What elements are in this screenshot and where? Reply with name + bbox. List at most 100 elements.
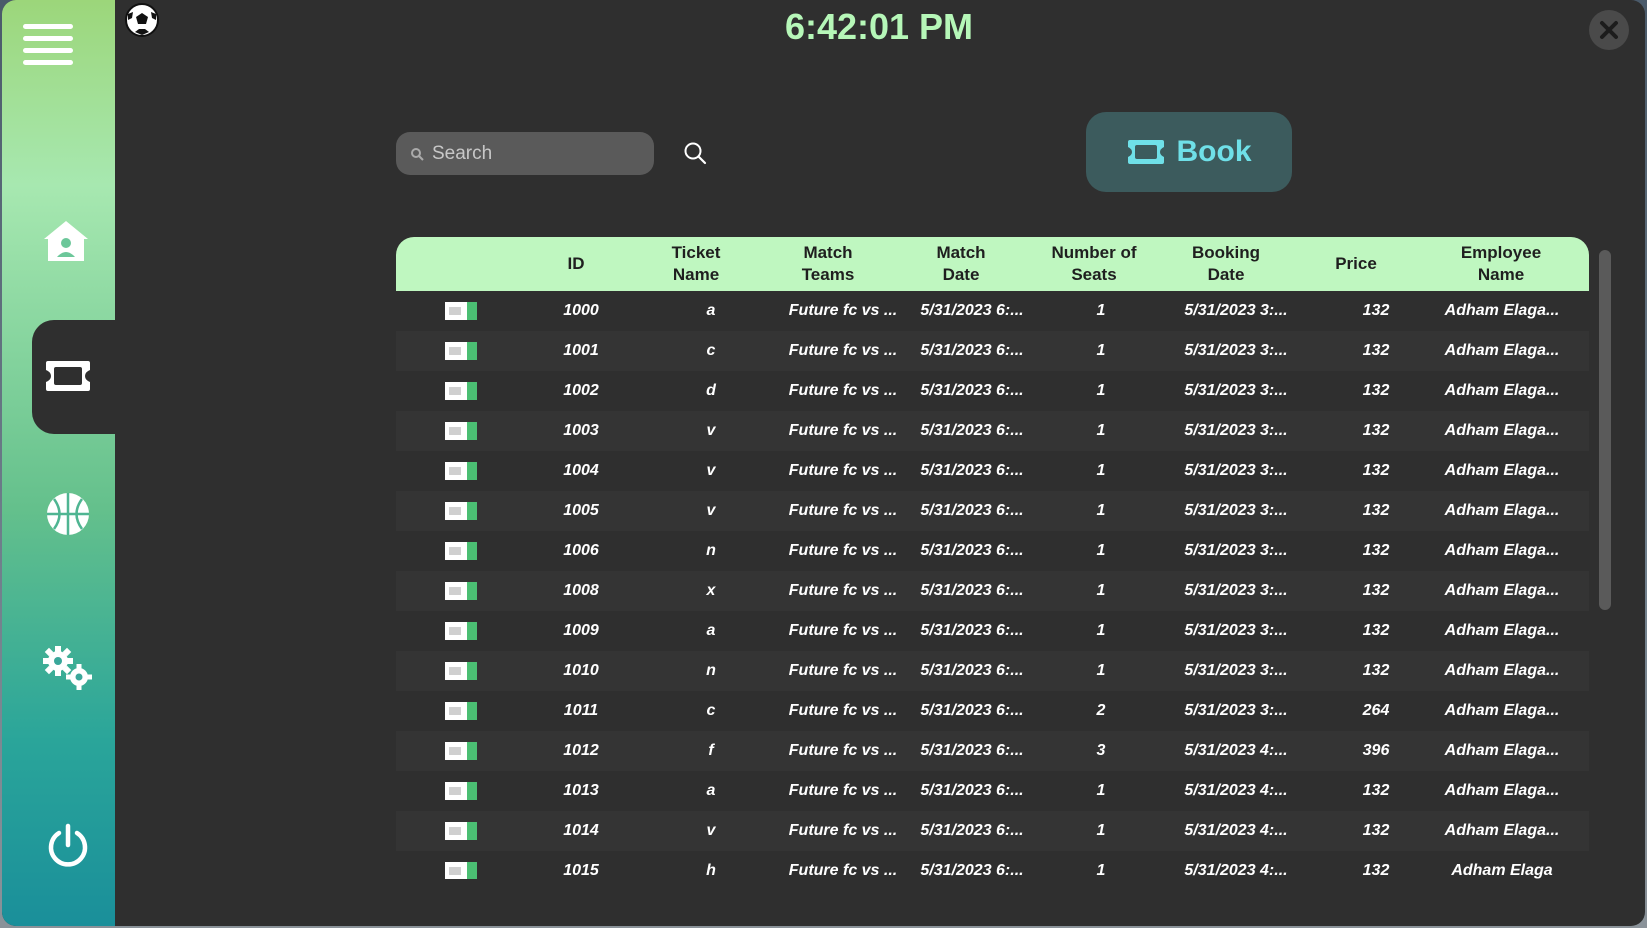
header-match-date[interactable]: Match Date bbox=[901, 237, 1021, 291]
cell-ticket-name: a bbox=[706, 302, 716, 319]
search-box bbox=[396, 132, 654, 175]
cell-employee-name: Adham Elaga... bbox=[1444, 342, 1560, 359]
cell-match-date: 5/31/2023 6:... bbox=[920, 502, 1024, 519]
table-row[interactable]: 1014 v Future fc vs ... 5/31/2023 6:... 1 5/3… bbox=[396, 811, 1589, 851]
header-ticket-name[interactable]: Ticket Name bbox=[646, 237, 746, 291]
row-ticket-icon[interactable] bbox=[426, 651, 496, 691]
cell-employee-name: Adham Elaga... bbox=[1444, 302, 1560, 319]
cell-match-teams: Future fc vs ... bbox=[788, 422, 898, 439]
header-number-of-seats[interactable]: Number of Seats bbox=[1029, 237, 1159, 291]
table-row[interactable]: 1015 h Future fc vs ... 5/31/2023 6:... 1 5/3… bbox=[396, 851, 1589, 879]
cell-match-teams: Future fc vs ... bbox=[788, 742, 898, 759]
cell-ticket-name: a bbox=[706, 782, 716, 799]
ticket-icon bbox=[445, 782, 477, 800]
table-row[interactable]: 1013 a Future fc vs ... 5/31/2023 6:... 1 5/3… bbox=[396, 771, 1589, 811]
table-row[interactable]: 1009 a Future fc vs ... 5/31/2023 6:... 1 5/3… bbox=[396, 611, 1589, 651]
table-row[interactable]: 1001 c Future fc vs ... 5/31/2023 6:... 1 5/3… bbox=[396, 331, 1589, 371]
cell-price: 132 bbox=[1362, 622, 1390, 639]
book-button-label: Book bbox=[1176, 135, 1252, 168]
row-ticket-icon[interactable] bbox=[426, 571, 496, 611]
table-row[interactable]: 1004 v Future fc vs ... 5/31/2023 6:... 1 5/3… bbox=[396, 451, 1589, 491]
cell-match-date: 5/31/2023 6:... bbox=[920, 862, 1024, 879]
bookings-table: ID Ticket Name Match Teams Match Date Numbe… bbox=[396, 237, 1589, 879]
cell-employee-name: Adham Elaga... bbox=[1444, 422, 1560, 439]
ticket-icon bbox=[445, 422, 477, 440]
cell-booking-date: 5/31/2023 3:... bbox=[1184, 342, 1288, 359]
cell-ticket-name: n bbox=[706, 662, 716, 679]
cell-id: 1014 bbox=[563, 822, 599, 839]
header-price[interactable]: Price bbox=[1306, 237, 1406, 291]
cell-id: 1008 bbox=[563, 582, 599, 599]
close-button[interactable] bbox=[1589, 10, 1629, 50]
header-id[interactable]: ID bbox=[526, 237, 626, 291]
row-ticket-icon[interactable] bbox=[426, 331, 496, 371]
cell-number-of-seats: 1 bbox=[1096, 822, 1106, 839]
table-row[interactable]: 1003 v Future fc vs ... 5/31/2023 6:... 1 5/3… bbox=[396, 411, 1589, 451]
row-ticket-icon[interactable] bbox=[426, 451, 496, 491]
table-row[interactable]: 1011 c Future fc vs ... 5/31/2023 6:... 2 5/3… bbox=[396, 691, 1589, 731]
ticket-icon bbox=[445, 862, 477, 879]
table-row[interactable]: 1006 n Future fc vs ... 5/31/2023 6:... 1 5/3… bbox=[396, 531, 1589, 571]
book-button[interactable]: Book bbox=[1086, 112, 1292, 192]
scrollbar[interactable] bbox=[1599, 250, 1611, 610]
ticket-icon[interactable] bbox=[42, 350, 94, 402]
header-employee-name[interactable]: Employee Name bbox=[1426, 237, 1576, 291]
header-match-teams[interactable]: Match Teams bbox=[768, 237, 888, 291]
cell-number-of-seats: 1 bbox=[1096, 542, 1106, 559]
cell-match-teams: Future fc vs ... bbox=[788, 702, 898, 719]
search-mini-icon bbox=[411, 147, 424, 161]
row-ticket-icon[interactable] bbox=[426, 811, 496, 851]
cell-ticket-name: v bbox=[706, 822, 716, 839]
ticket-icon bbox=[445, 742, 477, 760]
table-row[interactable]: 1002 d Future fc vs ... 5/31/2023 6:... 1 5/3… bbox=[396, 371, 1589, 411]
row-ticket-icon[interactable] bbox=[426, 691, 496, 731]
table-row[interactable]: 1008 x Future fc vs ... 5/31/2023 6:... 1 5/3… bbox=[396, 571, 1589, 611]
cell-match-date: 5/31/2023 6:... bbox=[920, 582, 1024, 599]
home-icon[interactable] bbox=[40, 215, 92, 267]
cell-id: 1006 bbox=[563, 542, 599, 559]
cell-match-date: 5/31/2023 6:... bbox=[920, 822, 1024, 839]
gears-icon[interactable] bbox=[40, 640, 96, 696]
cell-employee-name: Adham Elaga... bbox=[1444, 502, 1560, 519]
row-ticket-icon[interactable] bbox=[426, 371, 496, 411]
row-ticket-icon[interactable] bbox=[426, 731, 496, 771]
cell-booking-date: 5/31/2023 3:... bbox=[1184, 382, 1288, 399]
header-booking-date[interactable]: Booking Date bbox=[1166, 237, 1286, 291]
cell-price: 132 bbox=[1362, 422, 1390, 439]
menu-icon[interactable] bbox=[22, 18, 74, 70]
ticket-icon bbox=[1127, 140, 1164, 164]
ticket-icon bbox=[445, 662, 477, 680]
table-row[interactable]: 1010 n Future fc vs ... 5/31/2023 6:... 1 5/3… bbox=[396, 651, 1589, 691]
row-ticket-icon[interactable] bbox=[426, 491, 496, 531]
cell-match-date: 5/31/2023 6:... bbox=[920, 662, 1024, 679]
search-input[interactable] bbox=[430, 141, 634, 166]
cell-ticket-name: v bbox=[706, 502, 716, 519]
cell-match-teams: Future fc vs ... bbox=[788, 782, 898, 799]
row-ticket-icon[interactable] bbox=[426, 291, 496, 331]
cell-id: 1011 bbox=[563, 702, 599, 719]
table-row[interactable]: 1012 f Future fc vs ... 5/31/2023 6:... 3 5/3… bbox=[396, 731, 1589, 771]
cell-id: 1005 bbox=[563, 502, 599, 519]
row-ticket-icon[interactable] bbox=[426, 771, 496, 811]
table-row[interactable]: 1005 v Future fc vs ... 5/31/2023 6:... 1 5/3… bbox=[396, 491, 1589, 531]
sidebar bbox=[2, 0, 115, 926]
cell-ticket-name: c bbox=[706, 342, 716, 359]
cell-employee-name: Adham Elaga... bbox=[1444, 382, 1560, 399]
row-ticket-icon[interactable] bbox=[426, 851, 496, 879]
cell-employee-name: Adham Elaga... bbox=[1444, 822, 1560, 839]
power-icon[interactable] bbox=[40, 818, 96, 874]
cell-number-of-seats: 1 bbox=[1096, 462, 1106, 479]
row-ticket-icon[interactable] bbox=[426, 411, 496, 451]
ticket-icon bbox=[445, 822, 477, 840]
cell-match-teams: Future fc vs ... bbox=[788, 622, 898, 639]
cell-number-of-seats: 2 bbox=[1096, 702, 1106, 719]
row-ticket-icon[interactable] bbox=[426, 531, 496, 571]
cell-match-teams: Future fc vs ... bbox=[788, 502, 898, 519]
row-ticket-icon[interactable] bbox=[426, 611, 496, 651]
basketball-icon[interactable] bbox=[42, 488, 94, 540]
search-icon[interactable] bbox=[682, 140, 708, 166]
close-icon bbox=[1600, 21, 1618, 39]
cell-price: 132 bbox=[1362, 582, 1390, 599]
cell-number-of-seats: 1 bbox=[1096, 502, 1106, 519]
table-row[interactable]: 1000 a Future fc vs ... 5/31/2023 6:... 1 5/3… bbox=[396, 291, 1589, 331]
